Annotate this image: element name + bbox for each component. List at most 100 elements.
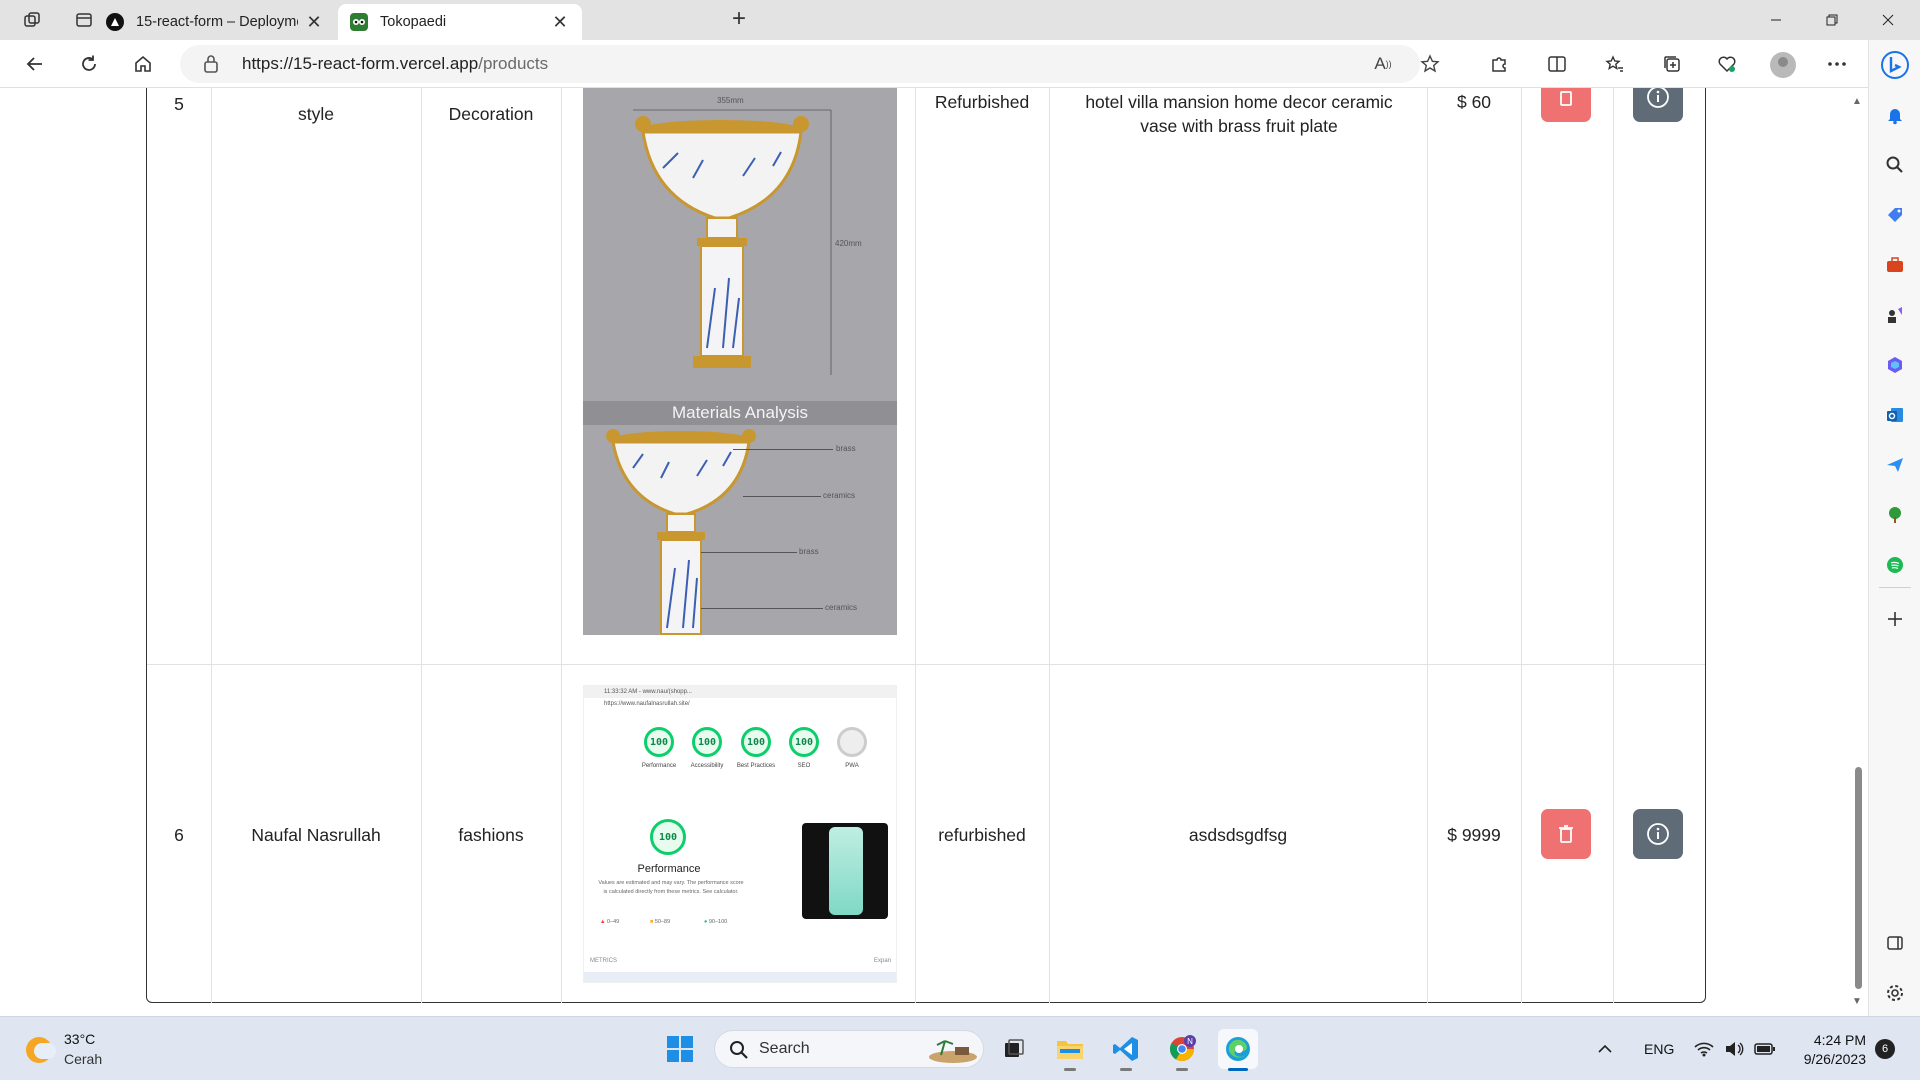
legend-text: 90–100 [708,919,728,925]
browser-essentials-icon[interactable] [1710,48,1744,80]
tools-briefcase-icon[interactable] [1882,252,1908,278]
url-path: /products [478,54,549,73]
legend-item: ▲ 0–49 [600,919,620,925]
weather-condition[interactable]: Cerah [64,1051,102,1067]
workspaces-icon[interactable] [16,6,48,34]
edge-button[interactable] [1218,1029,1258,1071]
microsoft-365-icon[interactable] [1882,352,1908,378]
page-scrollbar[interactable]: ▲ ▼ [1848,88,1868,1016]
task-view-button[interactable] [994,1029,1034,1069]
address-bar[interactable]: https://15-react-form.vercel.app/product… [180,45,1440,83]
clock-time: 4:24 PM [1813,1032,1866,1048]
restore-button[interactable] [1804,0,1860,40]
edge-icon [1226,1037,1250,1061]
product-description: hotel villa mansion home decor ceramic v… [1085,92,1393,136]
vscode-icon [1113,1037,1138,1061]
close-icon[interactable]: ✕ [550,12,570,33]
close-icon[interactable]: ✕ [304,12,324,33]
tree-icon[interactable] [1882,502,1908,528]
score-label: Accessibility [690,763,724,769]
chrome-button[interactable]: N [1162,1029,1202,1071]
product-description: asdsdsgdfsg [1188,825,1288,845]
height-dimension: 420mm [835,239,862,248]
clock[interactable]: 4:24 PM 9/26/2023 [1796,1031,1866,1069]
lock-icon[interactable] [202,54,220,79]
favorites-icon[interactable] [1598,48,1632,80]
notification-badge[interactable]: 6 [1875,1039,1895,1059]
hide-sidebar-icon[interactable] [1882,930,1908,956]
read-aloud-icon[interactable]: A)) [1368,49,1398,79]
tab-strip: 15-react-form – Deployment Ove ✕ Tokopae… [0,0,1920,40]
taskbar-search[interactable]: Search [714,1030,984,1068]
performance-title: Performance [637,863,701,875]
outlook-icon[interactable] [1882,402,1908,428]
info-icon [1647,823,1669,845]
info-button[interactable] [1633,809,1683,859]
delete-button[interactable] [1541,88,1591,122]
bing-copilot-icon[interactable] [1878,48,1912,82]
tab-title: 15-react-form – Deployment Ove [136,14,298,30]
battery-icon[interactable] [1754,1017,1776,1080]
weather-icon[interactable] [26,1037,56,1063]
delete-button[interactable] [1541,809,1591,859]
shopping-tag-icon[interactable] [1882,202,1908,228]
mini-taskbar [584,972,896,982]
pwa-circle [837,727,867,757]
tokopaedi-favicon-icon [350,13,368,31]
collections-icon[interactable] [1655,48,1689,80]
volume-icon[interactable] [1724,1017,1744,1080]
close-window-button[interactable] [1860,0,1916,40]
new-tab-button[interactable]: + [724,6,754,34]
product-name: style [298,104,334,124]
product-name: Naufal Nasrullah [251,825,381,845]
legend-text: 50–89 [654,919,671,925]
home-button[interactable] [126,48,160,80]
minimize-button[interactable] [1748,0,1804,40]
wifi-icon[interactable] [1694,1017,1714,1080]
url-text[interactable]: https://15-react-form.vercel.app/product… [242,54,548,74]
add-sidebar-app-icon[interactable] [1882,606,1908,632]
products-table: 5 style Decoration 355mm 420mm Materials… [146,88,1706,1003]
vscode-button[interactable] [1106,1029,1146,1071]
notification-bell-icon[interactable] [1882,102,1908,128]
windows-taskbar: 33°C Cerah Search N ENG 4:24 PM 9/26/202… [0,1016,1920,1080]
weather-temperature[interactable]: 33°C [64,1031,95,1047]
extensions-icon[interactable] [1482,48,1516,80]
material-label: brass [836,444,856,453]
favorite-star-icon[interactable] [1415,49,1445,79]
row-number: 6 [174,825,184,845]
product-image-lighthouse-screenshot: 11:33:32 AM - www.nau/(shopp... https://… [583,685,897,983]
back-button[interactable] [18,48,52,80]
score-label: Best Practices [736,763,776,769]
width-dimension: 355mm [717,96,744,105]
score-label: Performance [641,763,677,769]
metrics-label: METRICS [590,958,617,964]
score-circle: 100 [789,727,819,757]
material-label: ceramics [825,603,858,612]
info-button[interactable] [1633,88,1683,122]
score-circle: 100 [741,727,771,757]
settings-gear-icon[interactable] [1882,980,1908,1006]
folder-icon [1057,1041,1083,1059]
scroll-up-icon[interactable]: ▲ [1852,96,1862,107]
more-menu-icon[interactable] [1820,48,1854,80]
tab-tokopaedi[interactable]: Tokopaedi ✕ [338,4,582,40]
legend-item: ● 90–100 [704,919,728,925]
search-icon[interactable] [1882,152,1908,178]
show-hidden-icons[interactable] [1598,1017,1612,1080]
spotify-icon[interactable] [1882,552,1908,578]
product-category: Decoration [448,104,534,124]
tab-deployment[interactable]: 15-react-form – Deployment Ove ✕ [94,4,336,40]
file-explorer-button[interactable] [1050,1029,1090,1071]
row-number: 5 [174,94,184,114]
start-button[interactable] [660,1029,700,1069]
refresh-button[interactable] [72,48,106,80]
profile-avatar[interactable] [1770,52,1796,78]
split-screen-icon[interactable] [1540,48,1574,80]
scroll-thumb[interactable] [1855,767,1862,989]
send-drop-icon[interactable] [1882,452,1908,478]
language-indicator[interactable]: ENG [1644,1017,1674,1080]
product-category: fashions [458,825,524,845]
scroll-down-icon[interactable]: ▼ [1852,996,1862,1007]
games-icon[interactable] [1882,302,1908,328]
